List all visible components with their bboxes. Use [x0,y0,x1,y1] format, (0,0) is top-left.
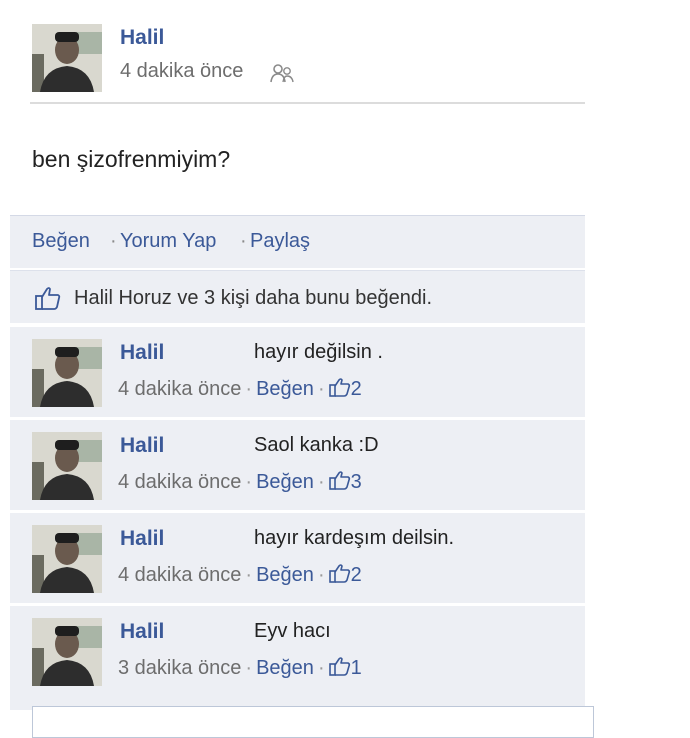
avatar[interactable] [32,525,102,593]
comment-like-count[interactable]: 2 [351,564,362,586]
comment-time[interactable]: 3 dakika önce [118,657,241,679]
avatar[interactable] [32,618,102,686]
comment-like-link[interactable]: Beğen [256,564,314,586]
separator: · [317,378,325,400]
separator: · [240,230,247,252]
separator: · [317,471,325,493]
separator: · [245,564,253,586]
thumbs-up-icon[interactable] [328,656,351,676]
comment-meta: 4 dakika önce · Beğen · 2 [118,563,362,587]
separator: · [245,378,253,400]
post-author[interactable]: Halil [120,26,164,50]
post-actions: Beğen · Yorum Yap · Paylaş [10,215,585,268]
friends-icon[interactable] [270,62,294,84]
divider [30,102,585,104]
comment-item: Halil hayır değilsin . 4 dakika önce · Beğ… [10,325,585,417]
avatar[interactable] [32,24,102,92]
thumbs-up-icon [35,287,61,310]
comment-text: Eyv hacı [254,620,331,642]
comment-author[interactable]: Halil [120,527,164,551]
comment-like-link[interactable]: Beğen [256,657,314,679]
comment-meta: 4 dakika önce · Beğen · 2 [118,377,362,401]
comment-like-count[interactable]: 2 [351,378,362,400]
comment-input[interactable] [32,706,594,738]
separator: · [317,657,325,679]
thumbs-up-icon[interactable] [328,563,351,583]
comment-time[interactable]: 4 dakika önce [118,564,241,586]
post-header: Halil 4 dakika önce [30,22,585,104]
status-text: ben şizofrenmiyim? [32,146,231,172]
like-link[interactable]: Beğen [32,230,90,253]
post-time[interactable]: 4 dakika önce [120,60,243,83]
comment-link[interactable]: Yorum Yap [120,230,216,253]
comment-text: Saol kanka :D [254,434,379,456]
share-link[interactable]: Paylaş [250,230,310,253]
separator: · [110,230,117,252]
thumbs-up-icon[interactable] [328,470,351,490]
comment-author[interactable]: Halil [120,620,164,644]
comment-item: Halil Saol kanka :D 4 dakika önce · Beğen ·… [10,418,585,510]
separator: · [245,471,253,493]
separator: · [245,657,253,679]
separator: · [317,564,325,586]
comment-item: Halil hayır kardeşım deilsin. 4 dakika ö… [10,511,585,603]
comment-text: hayır kardeşım deilsin. [254,527,455,549]
comment-text: hayır değilsin . [254,341,383,363]
comment-author[interactable]: Halil [120,434,164,458]
likes-summary: Halil Horuz ve 3 kişi daha bunu beğendi. [10,270,585,323]
avatar[interactable] [32,339,102,407]
comment-like-count[interactable]: 1 [351,657,362,679]
comment-time[interactable]: 4 dakika önce [118,471,241,493]
avatar[interactable] [32,432,102,500]
comment-like-link[interactable]: Beğen [256,378,314,400]
comment-like-link[interactable]: Beğen [256,471,314,493]
thumbs-up-icon[interactable] [328,377,351,397]
comment-meta: 4 dakika önce · Beğen · 3 [118,470,362,494]
comment-meta: 3 dakika önce · Beğen · 1 [118,656,362,680]
comment-time[interactable]: 4 dakika önce [118,378,241,400]
likes-text[interactable]: Halil Horuz ve 3 kişi daha bunu beğendi. [74,287,432,310]
facebook-post: Halil 4 dakika önce ben şizofrenmiyim? B… [0,0,690,738]
comment-like-count[interactable]: 3 [351,471,362,493]
comment-author[interactable]: Halil [120,341,164,365]
comment-item: Halil Eyv hacı 3 dakika önce · Beğen · 1 [10,604,585,696]
